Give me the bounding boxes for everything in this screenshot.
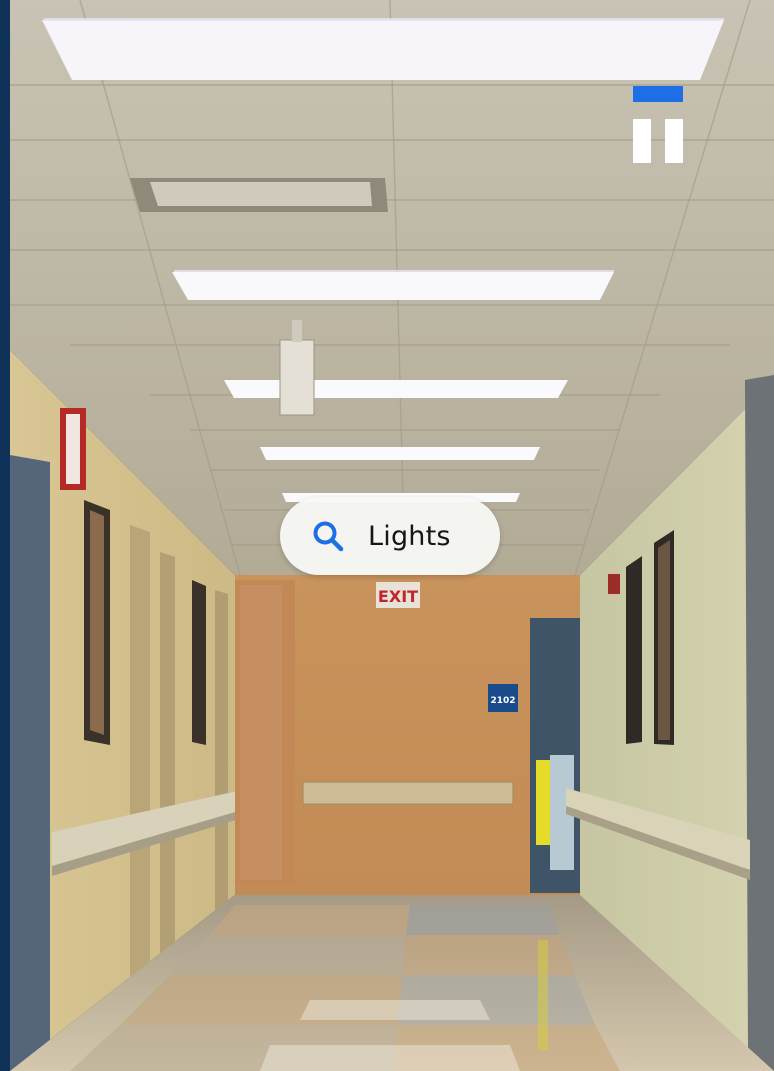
search-label: Lights (368, 520, 451, 552)
pause-bar-right (665, 119, 683, 163)
pause-bar-left (633, 119, 651, 163)
progress-indicator (633, 86, 683, 102)
photo-viewer: EXIT 2102 Lights (0, 0, 774, 1071)
exit-sign-text: EXIT (378, 587, 418, 606)
pause-button[interactable] (632, 86, 684, 164)
search-chip[interactable]: Lights (280, 497, 500, 575)
pause-icon (633, 119, 683, 163)
room-number-sign: 2102 (490, 696, 515, 706)
search-icon (310, 518, 346, 554)
